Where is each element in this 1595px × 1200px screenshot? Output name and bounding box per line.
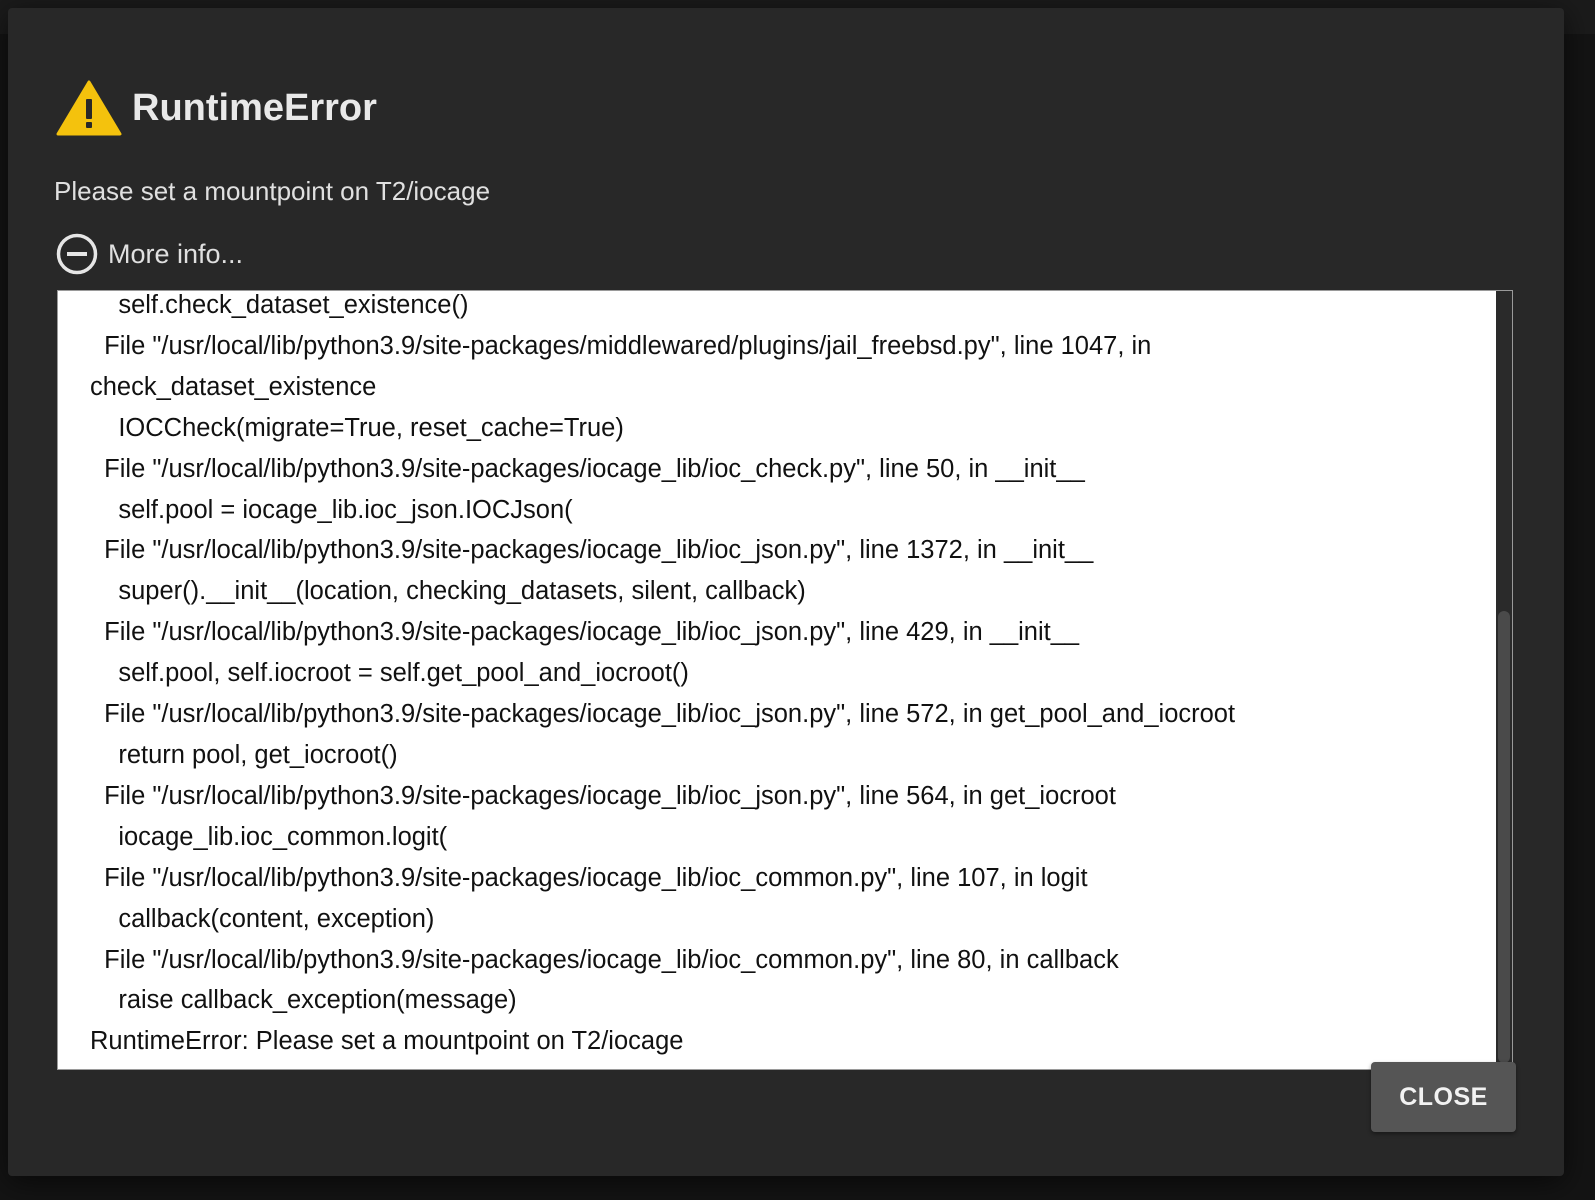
more-info-label: More info... bbox=[108, 238, 244, 269]
traceback-line: File "/usr/local/lib/python3.9/site-pack… bbox=[90, 618, 1080, 647]
more-info-toggle[interactable]: More info... bbox=[56, 232, 243, 276]
close-button[interactable]: CLOSE bbox=[1371, 1062, 1516, 1132]
traceback-line: self.pool = iocage_lib.ioc_json.IOCJson( bbox=[90, 495, 573, 524]
traceback-line: check_dataset_existence bbox=[90, 372, 377, 401]
minus-circle-icon bbox=[56, 233, 98, 275]
traceback-line: File "/usr/local/lib/python3.9/site-pack… bbox=[90, 945, 1119, 974]
dialog-title-row: RuntimeError bbox=[56, 76, 377, 140]
traceback-scrollbar[interactable] bbox=[1496, 291, 1512, 1069]
traceback-line: self.check_dataset_existence() bbox=[90, 291, 469, 319]
error-message: Please set a mountpoint on T2/iocage bbox=[54, 176, 491, 206]
traceback-text: self.check_dataset_existence() File "/us… bbox=[90, 291, 1480, 1062]
traceback-line: File "/usr/local/lib/python3.9/site-pack… bbox=[90, 536, 1094, 565]
traceback-line: File "/usr/local/lib/python3.9/site-pack… bbox=[90, 454, 1085, 483]
scrollbar-thumb[interactable] bbox=[1498, 611, 1510, 1063]
traceback-line: File "/usr/local/lib/python3.9/site-pack… bbox=[90, 781, 1116, 810]
traceback-line: self.pool, self.iocroot = self.get_pool_… bbox=[90, 659, 689, 688]
error-dialog: RuntimeError Please set a mountpoint on … bbox=[8, 8, 1564, 1176]
traceback-line: super().__init__(location, checking_data… bbox=[90, 577, 806, 606]
traceback-line: callback(content, exception) bbox=[90, 904, 435, 933]
traceback-line: iocage_lib.ioc_common.logit( bbox=[90, 822, 448, 851]
traceback-line: File "/usr/local/lib/python3.9/site-pack… bbox=[90, 863, 1088, 892]
traceback-line: RuntimeError: Please set a mountpoint on… bbox=[90, 1027, 684, 1056]
traceback-line: IOCCheck(migrate=True, reset_cache=True) bbox=[90, 413, 624, 442]
traceback-line: raise callback_exception(message) bbox=[90, 986, 517, 1015]
traceback-line: return pool, get_iocroot() bbox=[90, 740, 398, 769]
traceback-panel[interactable]: self.check_dataset_existence() File "/us… bbox=[57, 290, 1513, 1070]
traceback-line: File "/usr/local/lib/python3.9/site-pack… bbox=[90, 700, 1236, 729]
dialog-title: RuntimeError bbox=[132, 86, 377, 129]
warning-triangle-icon bbox=[56, 80, 122, 136]
traceback-line: File "/usr/local/lib/python3.9/site-pack… bbox=[90, 331, 1152, 360]
